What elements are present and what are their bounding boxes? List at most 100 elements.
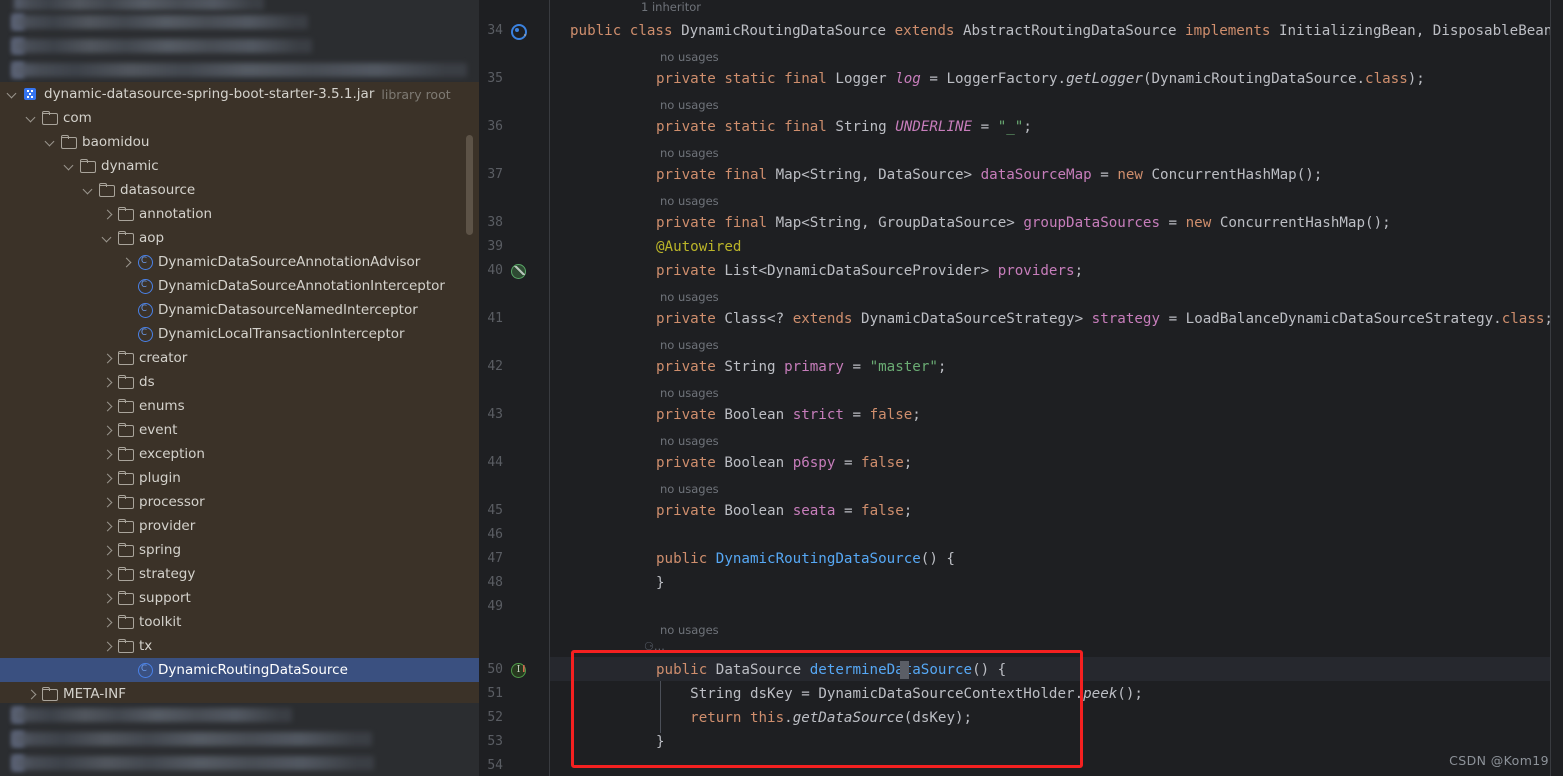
- code-line-50[interactable]: public DataSource determineDataSource() …: [656, 661, 1006, 679]
- code-line-39[interactable]: @Autowired: [656, 238, 741, 256]
- chevron-down-icon[interactable]: [63, 160, 76, 173]
- tree-item-label: event: [139, 422, 177, 438]
- chevron-right-icon[interactable]: [101, 352, 114, 365]
- spring-bean-icon[interactable]: [511, 263, 527, 279]
- usage-hint-38: no usages: [660, 194, 719, 208]
- code-line-35[interactable]: private static final Logger log = Logger…: [656, 70, 1425, 88]
- tree-item[interactable]: dynamic: [0, 154, 479, 178]
- folder-icon: [117, 422, 134, 438]
- chevron-down-icon[interactable]: [6, 88, 19, 101]
- tree-item[interactable]: strategy: [0, 562, 479, 586]
- line-number: 54: [479, 758, 503, 773]
- tree-item-selected[interactable]: DynamicRoutingDataSource: [0, 658, 479, 682]
- class-icon: [136, 278, 153, 294]
- class-icon: [136, 254, 153, 270]
- code-editor[interactable]: 3435363738394041424344454647484950515253…: [479, 0, 1563, 776]
- tree-item[interactable]: tx: [0, 634, 479, 658]
- tree-item[interactable]: spring: [0, 538, 479, 562]
- usage-hint-36: no usages: [660, 98, 719, 112]
- code-fold-marker[interactable]: ⚆…: [644, 640, 665, 653]
- ide-window: dynamic-datasource-spring-boot-starter-3…: [0, 0, 1563, 776]
- chevron-right-icon[interactable]: [120, 256, 133, 269]
- tree-item[interactable]: datasource: [0, 178, 479, 202]
- project-tree[interactable]: dynamic-datasource-spring-boot-starter-3…: [0, 82, 479, 706]
- chevron-right-icon[interactable]: [101, 616, 114, 629]
- code-line-36[interactable]: private static final String UNDERLINE = …: [656, 118, 1032, 136]
- usage-hint-41: no usages: [660, 290, 719, 304]
- inheritor-icon[interactable]: [511, 23, 527, 39]
- folder-icon: [117, 638, 134, 654]
- spacer: [120, 664, 133, 677]
- chevron-down-icon[interactable]: [101, 232, 114, 245]
- tree-item[interactable]: support: [0, 586, 479, 610]
- chevron-right-icon[interactable]: [101, 208, 114, 221]
- class-icon: [136, 662, 153, 678]
- code-content[interactable]: 1 inheritor public class DynamicRoutingD…: [550, 0, 1563, 776]
- chevron-down-icon[interactable]: [25, 112, 38, 125]
- tree-item[interactable]: DynamicDataSourceAnnotationInterceptor: [0, 274, 479, 298]
- code-line-51[interactable]: String dsKey = DynamicDataSourceContextH…: [656, 685, 1143, 703]
- tree-item[interactable]: creator: [0, 346, 479, 370]
- tree-item[interactable]: ds: [0, 370, 479, 394]
- code-line-43[interactable]: private Boolean strict = false;: [656, 406, 921, 424]
- text-caret: [900, 661, 909, 679]
- chevron-right-icon[interactable]: [101, 520, 114, 533]
- folder-icon: [117, 518, 134, 534]
- tree-item-label: strategy: [139, 566, 195, 582]
- tree-item[interactable]: enums: [0, 394, 479, 418]
- tree-item[interactable]: com: [0, 106, 479, 130]
- chevron-right-icon[interactable]: [101, 640, 114, 653]
- watermark: CSDN @Kom19: [1449, 753, 1549, 768]
- chevron-right-icon[interactable]: [101, 448, 114, 461]
- line-number: 44: [479, 455, 503, 470]
- code-line-45[interactable]: private Boolean seata = false;: [656, 502, 912, 520]
- chevron-right-icon[interactable]: [101, 496, 114, 509]
- code-line-37[interactable]: private final Map<String, DataSource> da…: [656, 166, 1322, 184]
- line-number: 49: [479, 599, 503, 614]
- chevron-right-icon[interactable]: [101, 400, 114, 413]
- class-icon: [136, 326, 153, 342]
- editor-gutter[interactable]: 3435363738394041424344454647484950515253…: [479, 0, 549, 776]
- tree-item[interactable]: dynamic-datasource-spring-boot-starter-3…: [0, 82, 479, 106]
- line-number: 38: [479, 215, 503, 230]
- chevron-right-icon[interactable]: [101, 424, 114, 437]
- tree-item[interactable]: baomidou: [0, 130, 479, 154]
- tree-item[interactable]: DynamicLocalTransactionInterceptor: [0, 322, 479, 346]
- tree-item[interactable]: plugin: [0, 466, 479, 490]
- tree-item[interactable]: exception: [0, 442, 479, 466]
- code-line-52[interactable]: return this.getDataSource(dsKey);: [656, 709, 972, 727]
- code-line-44[interactable]: private Boolean p6spy = false;: [656, 454, 912, 472]
- override-icon[interactable]: [511, 662, 527, 678]
- line-number: 53: [479, 734, 503, 749]
- chevron-down-icon[interactable]: [44, 136, 57, 149]
- tree-item[interactable]: event: [0, 418, 479, 442]
- chevron-right-icon[interactable]: [25, 688, 38, 701]
- tree-item[interactable]: annotation: [0, 202, 479, 226]
- chevron-right-icon[interactable]: [101, 592, 114, 605]
- chevron-right-icon[interactable]: [101, 568, 114, 581]
- code-line-34[interactable]: public class DynamicRoutingDataSource ex…: [570, 22, 1563, 40]
- chevron-right-icon[interactable]: [101, 472, 114, 485]
- tree-item[interactable]: toolkit: [0, 610, 479, 634]
- tree-item[interactable]: DynamicDatasourceNamedInterceptor: [0, 298, 479, 322]
- code-line-48[interactable]: }: [656, 574, 665, 592]
- code-line-47[interactable]: public DynamicRoutingDataSource() {: [656, 550, 955, 568]
- sidebar-scrollbar[interactable]: [466, 135, 473, 235]
- code-line-41[interactable]: private Class<? extends DynamicDataSourc…: [656, 310, 1553, 328]
- chevron-right-icon[interactable]: [101, 376, 114, 389]
- chevron-right-icon[interactable]: [101, 544, 114, 557]
- tree-item[interactable]: processor: [0, 490, 479, 514]
- tree-item[interactable]: provider: [0, 514, 479, 538]
- tree-item[interactable]: DynamicDataSourceAnnotationAdvisor: [0, 250, 479, 274]
- chevron-down-icon[interactable]: [82, 184, 95, 197]
- code-line-38[interactable]: private final Map<String, GroupDataSourc…: [656, 214, 1391, 232]
- inheritor-inlay-hint[interactable]: 1 inheritor: [641, 0, 701, 14]
- code-line-42[interactable]: private String primary = "master";: [656, 358, 946, 376]
- tree-item-label: annotation: [139, 206, 212, 222]
- code-line-53[interactable]: }: [656, 733, 665, 751]
- tree-item[interactable]: aop: [0, 226, 479, 250]
- editor-scrollbar[interactable]: [1551, 0, 1563, 776]
- folder-icon: [117, 350, 134, 366]
- code-line-40[interactable]: private List<DynamicDataSourceProvider> …: [656, 262, 1083, 280]
- project-tool-window[interactable]: dynamic-datasource-spring-boot-starter-3…: [0, 0, 479, 776]
